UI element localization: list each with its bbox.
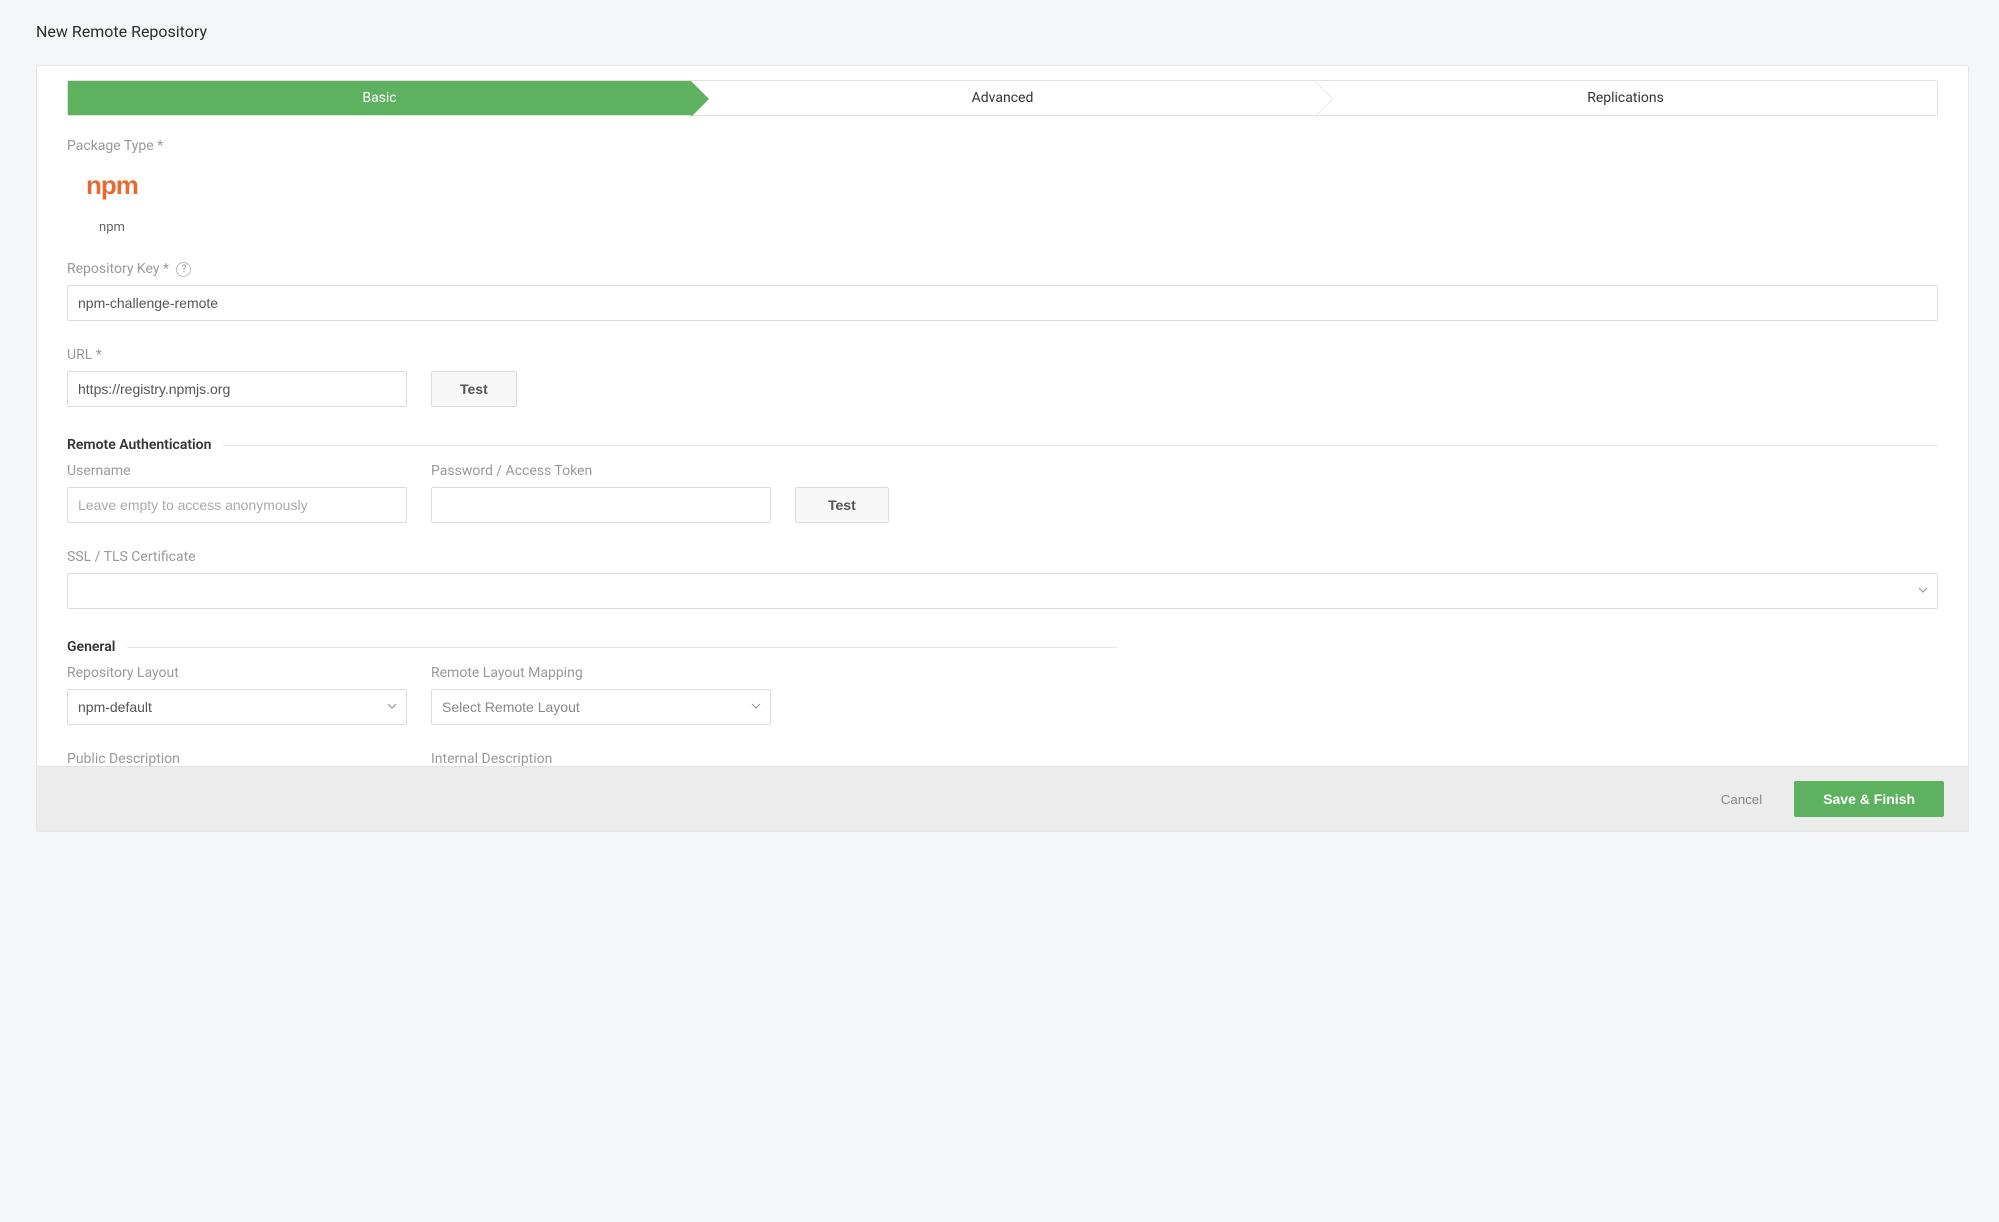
username-label: Username [67, 463, 407, 479]
footer-bar: Cancel Save & Finish [37, 766, 1968, 831]
internal-desc-label: Internal Description [431, 751, 771, 766]
save-finish-button[interactable]: Save & Finish [1794, 781, 1944, 817]
wizard-steps: Basic Advanced Replications [67, 80, 1938, 116]
page-title: New Remote Repository [36, 22, 1969, 41]
cancel-button[interactable]: Cancel [1701, 792, 1783, 807]
step-label: Basic [362, 90, 396, 106]
form-card: Basic Advanced Replications Package Type… [36, 65, 1969, 832]
repo-key-input[interactable] [67, 285, 1938, 321]
test-url-button[interactable]: Test [431, 371, 517, 407]
step-label: Advanced [972, 90, 1034, 106]
ssl-select[interactable] [67, 573, 1938, 609]
step-advanced[interactable]: Advanced [691, 81, 1314, 115]
general-legend: General [67, 639, 1117, 655]
repo-layout-label: Repository Layout [67, 665, 407, 681]
npm-logo-icon: npm [86, 172, 138, 198]
step-basic[interactable]: Basic [68, 81, 691, 115]
step-label: Replications [1587, 90, 1664, 106]
repo-key-section: Repository Key * ? [67, 261, 1938, 321]
help-icon[interactable]: ? [176, 262, 191, 277]
url-label: URL * [67, 347, 1938, 363]
step-replications[interactable]: Replications [1314, 81, 1937, 115]
repo-key-label: Repository Key * ? [67, 261, 1938, 277]
package-type-name: npm [99, 220, 125, 235]
package-type-card[interactable]: npm npm [67, 172, 157, 235]
username-input[interactable] [67, 487, 407, 523]
remote-layout-label: Remote Layout Mapping [431, 665, 771, 681]
description-row: Public Description Internal Description [67, 751, 1938, 766]
repo-layout-select[interactable]: npm-default [67, 689, 407, 725]
password-label: Password / Access Token [431, 463, 771, 479]
password-input[interactable] [431, 487, 771, 523]
layout-row: Repository Layout npm-default Remote Lay… [67, 665, 1938, 725]
url-input[interactable] [67, 371, 407, 407]
test-auth-button[interactable]: Test [795, 487, 889, 523]
remote-auth-legend: Remote Authentication [67, 437, 1938, 453]
url-section: URL * Test [67, 347, 1938, 407]
remote-layout-select[interactable]: Select Remote Layout [431, 689, 771, 725]
ssl-label: SSL / TLS Certificate [67, 549, 1938, 565]
remote-auth-row: Username Password / Access Token Test [67, 463, 1938, 523]
package-type-label: Package Type * [67, 138, 1938, 154]
public-desc-label: Public Description [67, 751, 407, 766]
package-type-section: Package Type * npm npm [67, 138, 1938, 235]
ssl-section: SSL / TLS Certificate [67, 549, 1938, 609]
